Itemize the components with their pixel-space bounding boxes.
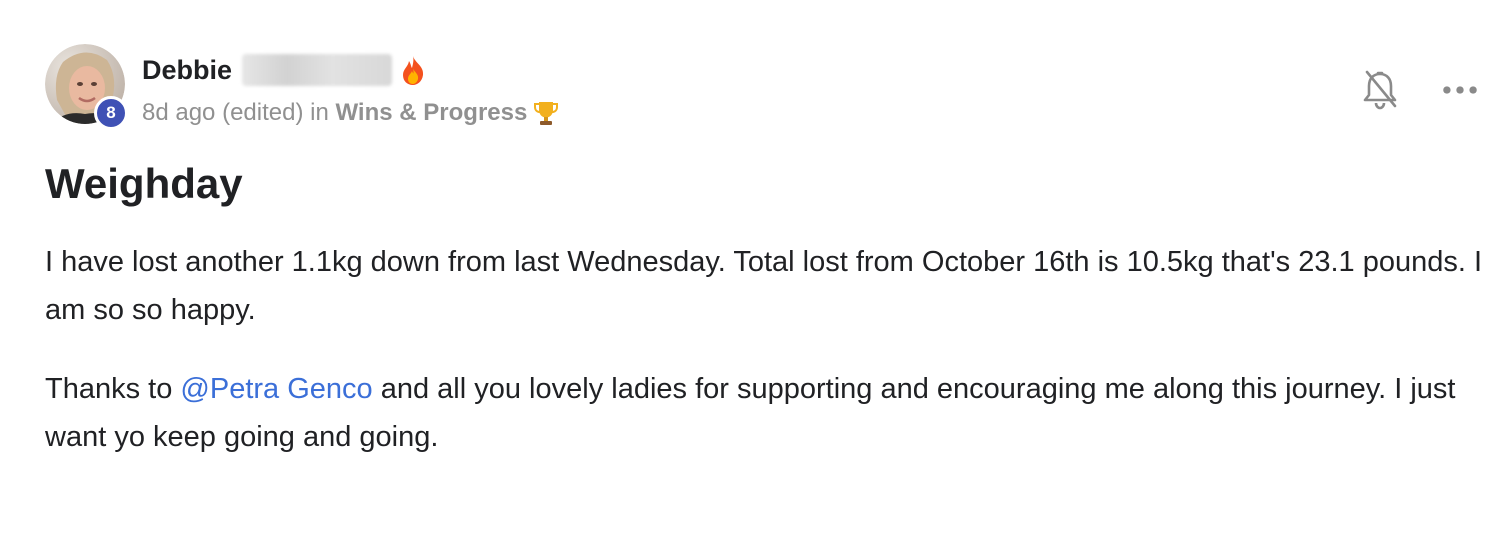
paragraph-text: Thanks to bbox=[45, 373, 181, 405]
more-horizontal-icon bbox=[1443, 86, 1477, 94]
author-name[interactable]: Debbie bbox=[142, 55, 232, 86]
author-avatar-group[interactable]: 8 bbox=[45, 44, 128, 130]
notifications-toggle-button[interactable] bbox=[1360, 68, 1400, 112]
trophy-icon bbox=[534, 102, 559, 125]
user-mention-link[interactable]: @Petra Genco bbox=[180, 373, 372, 405]
post-meta: 8d ago (edited) in Wins & Progress bbox=[142, 96, 559, 130]
bell-off-icon bbox=[1363, 70, 1397, 110]
post-paragraph-1: I have lost another 1.1kg down from last… bbox=[45, 246, 1483, 326]
redacted-last-name bbox=[242, 54, 393, 86]
in-label: in bbox=[310, 99, 329, 126]
level-badge: 8 bbox=[94, 96, 128, 130]
fire-icon bbox=[403, 56, 424, 85]
more-options-button[interactable] bbox=[1438, 76, 1482, 104]
post-paragraph-2: Thanks to @Petra Genco and all you lovel… bbox=[45, 365, 1505, 461]
post-time[interactable]: 8d ago bbox=[142, 99, 215, 127]
edited-label: (edited) bbox=[222, 99, 304, 126]
author-row: Debbie bbox=[142, 52, 428, 88]
category-link[interactable]: Wins & Progress bbox=[335, 99, 527, 127]
post-card: 8 Debbie 8d ago (edited) in Wins & Progr… bbox=[0, 0, 1508, 555]
post-title: Weighday bbox=[45, 160, 243, 207]
